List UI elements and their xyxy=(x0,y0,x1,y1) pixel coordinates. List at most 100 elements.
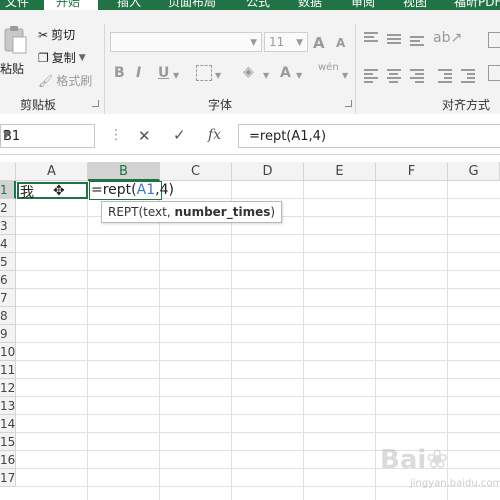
tab-page-layout[interactable]: 页面布局 xyxy=(168,0,216,10)
phonetic-guide-icon[interactable]: wén xyxy=(318,62,339,73)
row-header-6[interactable]: 6 xyxy=(0,271,16,289)
formula-text: =rept(A1,4) xyxy=(249,129,327,144)
baidu-watermark: Bai❀ xyxy=(380,445,449,475)
row-header-14[interactable]: 14 xyxy=(0,415,16,433)
chevron-down-icon[interactable]: ▼ xyxy=(263,71,269,80)
decrease-indent-icon[interactable] xyxy=(438,67,452,85)
enter-icon[interactable]: ✓ xyxy=(173,126,186,144)
formula-reference: A1 xyxy=(136,182,156,198)
tab-view[interactable]: 视图 xyxy=(403,0,427,10)
name-box[interactable]: B1 ▼ xyxy=(0,124,95,148)
row-header-1[interactable]: 1 xyxy=(0,181,16,199)
fill-color-icon[interactable]: ◈ xyxy=(243,64,254,80)
shrink-font-icon[interactable]: A xyxy=(336,36,345,50)
row-header-4[interactable]: 4 xyxy=(0,235,16,253)
paste-label[interactable]: 粘贴 xyxy=(0,60,24,77)
chevron-down-icon[interactable]: ▼ xyxy=(215,71,221,80)
tab-foxit-pdf[interactable]: 福昕PDF xyxy=(454,0,500,10)
chevron-down-icon[interactable]: ▼ xyxy=(342,71,348,80)
tab-file[interactable]: 文件 xyxy=(5,0,29,10)
format-painter-button[interactable]: 🖌 格式刷 xyxy=(38,72,92,89)
copy-icon: ❐ xyxy=(38,50,49,65)
select-all-corner[interactable] xyxy=(0,162,16,181)
tab-formulas[interactable]: 公式 xyxy=(246,0,270,10)
chevron-down-icon[interactable]: ▼ xyxy=(3,130,90,140)
chevron-down-icon: ▼ xyxy=(250,38,257,48)
align-left-icon[interactable] xyxy=(364,67,378,85)
increase-indent-icon[interactable] xyxy=(461,67,475,85)
top-align-icon[interactable] xyxy=(364,30,378,44)
row-header-17[interactable]: 17 xyxy=(0,469,16,487)
formula-prefix: =rept( xyxy=(91,182,137,198)
tab-review[interactable]: 审阅 xyxy=(351,0,375,10)
row-header-16[interactable]: 16 xyxy=(0,451,16,469)
paste-button[interactable] xyxy=(2,26,28,56)
bold-button[interactable]: B xyxy=(114,65,125,81)
cell-a1-value: 我 xyxy=(20,185,34,201)
font-color-icon[interactable]: A xyxy=(280,65,291,81)
tab-home[interactable]: 开始 xyxy=(44,0,98,10)
underline-button[interactable]: U xyxy=(158,65,169,81)
column-header-b[interactable]: B xyxy=(88,162,160,181)
align-right-icon[interactable] xyxy=(410,67,424,85)
row-header-7[interactable]: 7 xyxy=(0,289,16,307)
column-header-f[interactable]: F xyxy=(376,162,448,181)
clipboard-group-label: 剪贴板 xyxy=(20,98,57,112)
row-header-15[interactable]: 15 xyxy=(0,433,16,451)
column-header-a[interactable]: A xyxy=(16,162,88,181)
column-header-d[interactable]: D xyxy=(232,162,304,181)
chevron-down-icon[interactable]: ▼ xyxy=(296,71,302,80)
formula-bar-splitter-icon[interactable]: ⋮ xyxy=(109,127,123,143)
column-header-g[interactable]: G xyxy=(448,162,500,181)
font-size-combo[interactable]: 11 ▼ xyxy=(264,32,308,52)
tab-insert[interactable]: 插入 xyxy=(117,0,141,10)
row-header-12[interactable]: 12 xyxy=(0,379,16,397)
cancel-icon[interactable]: ✕ xyxy=(138,127,151,145)
tab-data[interactable]: 数据 xyxy=(298,0,322,10)
format-painter-icon: 🖌 xyxy=(38,73,54,88)
grow-font-icon[interactable]: A xyxy=(313,34,325,52)
row-header-10[interactable]: 10 xyxy=(0,343,16,361)
chevron-down-icon: ▼ xyxy=(78,52,86,63)
wrap-text-icon[interactable] xyxy=(488,32,500,48)
row-header-5[interactable]: 5 xyxy=(0,253,16,271)
function-tooltip: REPT(text, number_times) xyxy=(101,201,283,223)
cut-label: 剪切 xyxy=(51,28,76,42)
font-launcher-icon[interactable] xyxy=(345,100,352,107)
copy-button[interactable]: ❐ 复制 ▼ xyxy=(38,49,86,66)
align-center-icon[interactable] xyxy=(387,67,401,85)
alignment-group-label: 对齐方式 xyxy=(442,98,491,112)
orientation-icon[interactable]: ab↗ xyxy=(433,30,462,46)
tooltip-func: REPT(text, xyxy=(108,205,175,219)
column-header-e[interactable]: E xyxy=(304,162,376,181)
italic-button[interactable]: I xyxy=(136,65,141,81)
copy-label: 复制 xyxy=(51,51,76,65)
bottom-align-icon[interactable] xyxy=(410,34,424,48)
font-group-label: 字体 xyxy=(208,98,233,112)
formula-suffix: ,4) xyxy=(155,182,174,198)
row-header-11[interactable]: 11 xyxy=(0,361,16,379)
cell-b1-formula[interactable]: =rept(A1,4) xyxy=(91,182,174,198)
row-header-3[interactable]: 3 xyxy=(0,217,16,235)
row-header-13[interactable]: 13 xyxy=(0,397,16,415)
chevron-down-icon[interactable]: ▼ xyxy=(173,71,179,80)
formula-bar: B1 ▼ ⋮ ✕ ✓ fx =rept(A1,4) xyxy=(0,114,500,155)
row-header-8[interactable]: 8 xyxy=(0,307,16,325)
chevron-down-icon: ▼ xyxy=(296,38,303,48)
ribbon-tab-bar: 文件 开始 插入 页面布局 公式 数据 审阅 视图 福昕PDF xyxy=(0,0,500,10)
font-name-combo[interactable]: ▼ xyxy=(110,32,262,52)
merge-center-icon[interactable] xyxy=(488,65,500,81)
cell-cursor-icon: ✥ xyxy=(53,183,65,199)
borders-icon[interactable] xyxy=(196,65,212,81)
row-header-9[interactable]: 9 xyxy=(0,325,16,343)
column-header-c[interactable]: C xyxy=(160,162,232,181)
row-header-2[interactable]: 2 xyxy=(0,199,16,217)
formula-input[interactable]: =rept(A1,4) xyxy=(238,124,500,148)
clipboard-launcher-icon[interactable] xyxy=(92,100,99,107)
tooltip-current-arg: number_times xyxy=(174,205,271,219)
middle-align-icon[interactable] xyxy=(387,32,401,46)
cut-button[interactable]: ✂ 剪切 xyxy=(38,26,75,43)
insert-function-icon[interactable]: fx xyxy=(208,127,221,143)
group-divider xyxy=(355,24,356,120)
group-divider xyxy=(104,24,105,120)
